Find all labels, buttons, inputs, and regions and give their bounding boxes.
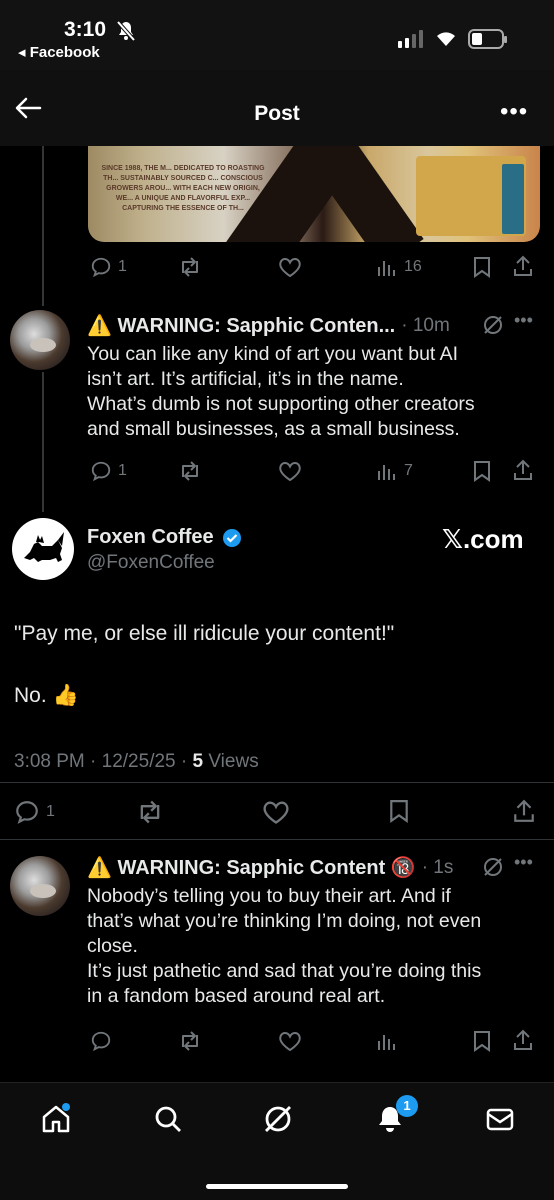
grok-icon[interactable] xyxy=(262,1103,294,1135)
reply-icon xyxy=(91,257,111,278)
repost-icon xyxy=(182,257,198,277)
post-header: Post ••• xyxy=(0,70,554,146)
like-button[interactable] xyxy=(278,256,302,278)
search-icon[interactable] xyxy=(152,1103,184,1135)
reply-button[interactable]: 1 xyxy=(90,460,127,482)
fox-logo-icon xyxy=(24,532,64,562)
post-text-line: "Pay me, or else ill ridicule your conte… xyxy=(14,622,395,645)
views-label: Views xyxy=(203,751,259,772)
share-icon xyxy=(514,1029,532,1050)
bookmark-button[interactable] xyxy=(388,798,410,824)
battery-icon xyxy=(468,29,507,49)
heart-icon xyxy=(279,1031,301,1052)
post-image[interactable]: SINCE 1988, THE M... DEDICATED TO ROASTI… xyxy=(88,146,540,242)
post-meta: 3:08 PM · 12/25/25 · 5 Views xyxy=(14,751,259,773)
repost-icon xyxy=(182,461,198,481)
repost-icon xyxy=(140,800,160,824)
messages-envelope-icon[interactable] xyxy=(484,1103,516,1135)
heart-icon xyxy=(279,461,301,482)
thread-line xyxy=(42,146,44,306)
verified-badge-icon xyxy=(222,528,242,548)
bookmark-button[interactable] xyxy=(472,1030,492,1052)
bookmark-button[interactable] xyxy=(472,256,492,278)
post-text-line: No. 👍 xyxy=(14,684,79,707)
views-count: 5 xyxy=(192,751,204,772)
share-icon xyxy=(514,255,532,276)
reply-button[interactable]: 1 xyxy=(90,256,127,278)
silent-bell-icon xyxy=(116,20,136,42)
reply-button[interactable] xyxy=(90,1030,112,1052)
status-time: 3:10 xyxy=(64,18,107,41)
share-button[interactable] xyxy=(512,254,534,278)
views-icon xyxy=(378,1035,395,1050)
bookmark-icon xyxy=(474,257,490,278)
reply-icon xyxy=(16,801,38,824)
repost-button[interactable] xyxy=(178,460,202,482)
reply-icon xyxy=(91,1031,111,1052)
timestamp[interactable]: 3:08 PM · 12/25/25 · xyxy=(14,751,193,772)
share-icon xyxy=(514,799,534,822)
image-text: SINCE 1988, THE M... DEDICATED TO ROASTI… xyxy=(101,165,265,212)
handle[interactable]: @FoxenCoffee xyxy=(87,552,215,574)
divider xyxy=(0,782,554,783)
like-button[interactable] xyxy=(278,1030,302,1052)
status-bar: 3:10 ◂ Facebook xyxy=(0,0,554,70)
display-name[interactable]: ⚠️ WARNING: Sapphic Conten... xyxy=(87,313,395,338)
reply-button[interactable]: 1 xyxy=(14,799,55,825)
thread-line xyxy=(42,372,44,512)
repost-button[interactable] xyxy=(178,1030,202,1052)
reply-count: 1 xyxy=(46,803,55,820)
avatar[interactable] xyxy=(10,310,70,370)
share-button[interactable] xyxy=(512,797,536,825)
bookmark-icon xyxy=(474,1031,490,1052)
views-icon xyxy=(378,261,395,276)
source-link[interactable]: 𝕏.com xyxy=(442,524,524,555)
repost-button[interactable] xyxy=(178,256,202,278)
views-icon xyxy=(378,465,395,480)
cell-signal-icon xyxy=(398,30,423,48)
bookmark-icon xyxy=(390,800,408,824)
like-button[interactable] xyxy=(278,460,302,482)
more-options-icon[interactable]: ••• xyxy=(514,310,533,331)
heart-icon xyxy=(279,257,301,278)
display-name[interactable]: Foxen Coffee xyxy=(87,526,214,549)
more-options-icon[interactable]: ••• xyxy=(500,98,528,126)
display-name[interactable]: ⚠️ WARNING: Sapphic Content 🔞 xyxy=(87,855,416,880)
views-count: 16 xyxy=(404,258,422,275)
share-button[interactable] xyxy=(512,1028,534,1052)
avatar[interactable] xyxy=(12,518,74,580)
divider xyxy=(0,839,554,840)
reply-icon xyxy=(91,461,111,482)
more-options-icon[interactable]: ••• xyxy=(514,852,533,873)
post-text: You can like any kind of art you want bu… xyxy=(87,343,475,440)
post-time: · 10m xyxy=(401,314,450,336)
post-text: Nobody’s telling you to buy their art. A… xyxy=(87,885,482,1007)
views-count: 7 xyxy=(404,462,413,479)
like-button[interactable] xyxy=(262,799,290,825)
reply-count: 1 xyxy=(118,462,127,479)
repost-icon xyxy=(182,1031,198,1051)
heart-icon xyxy=(263,801,289,824)
views-button[interactable]: 16 xyxy=(376,256,422,278)
notifications-badge: 1 xyxy=(396,1095,418,1117)
views-button[interactable] xyxy=(376,1030,398,1052)
reply-count: 1 xyxy=(118,258,127,275)
grok-icon[interactable] xyxy=(482,856,504,878)
grok-icon[interactable] xyxy=(482,314,504,336)
repost-button[interactable] xyxy=(136,799,164,825)
bookmark-icon xyxy=(474,461,490,482)
wifi-icon xyxy=(434,28,458,48)
page-title: Post xyxy=(254,102,300,125)
home-indicator[interactable] xyxy=(206,1184,348,1189)
share-button[interactable] xyxy=(512,458,534,482)
share-icon xyxy=(514,459,532,480)
back-to-app-link[interactable]: ◂ Facebook xyxy=(18,43,100,61)
views-button[interactable]: 7 xyxy=(376,460,413,482)
home-unread-dot xyxy=(62,1103,70,1111)
post-time: · 1s xyxy=(421,856,454,878)
bookmark-button[interactable] xyxy=(472,460,492,482)
avatar[interactable] xyxy=(10,856,70,916)
bottom-nav xyxy=(0,1082,554,1200)
